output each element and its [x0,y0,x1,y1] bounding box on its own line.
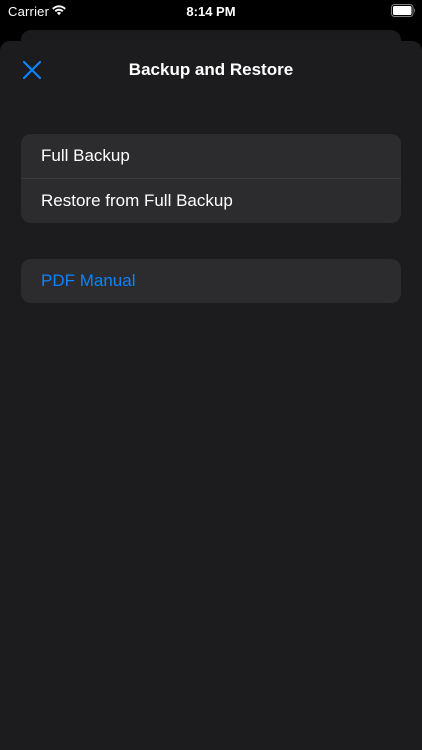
screen: Carrier 8:14 PM Backup and Restore Full … [0,0,422,750]
pdf-manual-link[interactable]: PDF Manual [21,259,401,303]
backup-group: Full Backup Restore from Full Backup [21,134,401,223]
manual-group: PDF Manual [21,259,401,303]
status-time: 8:14 PM [186,4,236,19]
page-title: Backup and Restore [128,60,294,79]
status-bar: Carrier 8:14 PM [0,0,422,22]
full-backup-row[interactable]: Full Backup [21,134,401,178]
navigation-bar: Backup and Restore [0,41,422,99]
restore-full-backup-row[interactable]: Restore from Full Backup [21,178,401,223]
battery-icon [391,4,415,17]
backup-restore-sheet: Backup and Restore Full Backup Restore f… [0,41,422,750]
